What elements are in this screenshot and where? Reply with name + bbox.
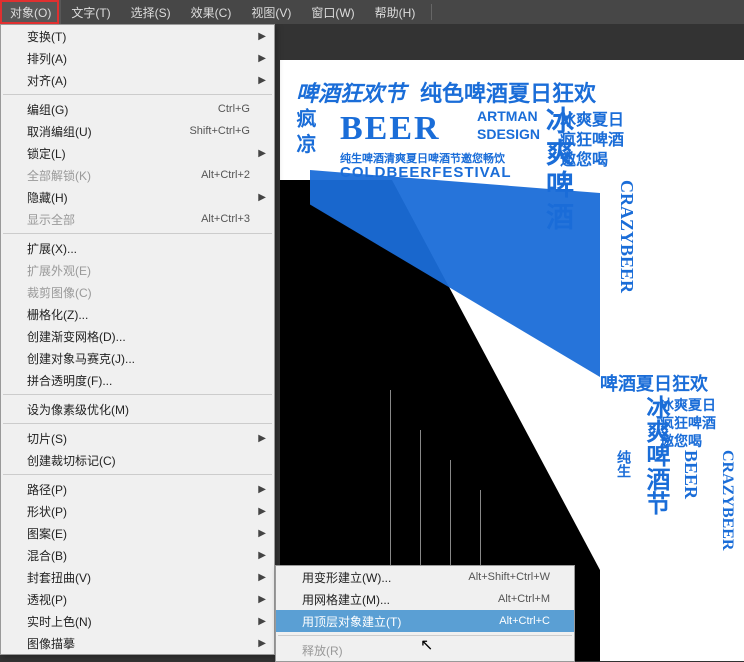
submenu-make-with-warp[interactable]: 用变形建立(W)...Alt+Shift+Ctrl+W (276, 566, 574, 588)
menu-expand[interactable]: 扩展(X)... (1, 237, 274, 259)
menu-lock[interactable]: 锁定(L)▶ (1, 142, 274, 164)
menu-separator (3, 423, 272, 424)
menu-expand-appearance: 扩展外观(E) (1, 259, 274, 281)
menu-blend[interactable]: 混合(B)▶ (1, 544, 274, 566)
art-text: 纯色啤酒夏日狂欢 (420, 76, 596, 108)
art-text: CRAZYBEER (718, 450, 736, 550)
menu-flatten-transparency[interactable]: 拼合透明度(F)... (1, 369, 274, 391)
menu-separator (3, 233, 272, 234)
menu-rasterize[interactable]: 栅格化(Z)... (1, 303, 274, 325)
chevron-right-icon: ▶ (258, 75, 266, 86)
menu-shape[interactable]: 形状(P)▶ (1, 500, 274, 522)
art-text: 疯 凉 (290, 108, 319, 154)
chevron-right-icon: ▶ (258, 484, 266, 495)
menu-separator (3, 474, 272, 475)
menu-separator (3, 94, 272, 95)
art-text: CRAZYBEER (616, 180, 637, 293)
menu-envelope-distort[interactable]: 封套扭曲(V)▶ (1, 566, 274, 588)
chevron-right-icon: ▶ (258, 53, 266, 64)
menu-hide[interactable]: 隐藏(H)▶ (1, 186, 274, 208)
chevron-right-icon: ▶ (258, 638, 266, 649)
menu-window[interactable]: 窗口(W) (301, 0, 364, 24)
menu-arrange[interactable]: 排列(A)▶ (1, 47, 274, 69)
menu-effect[interactable]: 效果(C) (181, 0, 242, 24)
menu-text[interactable]: 文字(T) (61, 0, 120, 24)
art-text: 纯生 (614, 450, 634, 478)
menu-unlock-all: 全部解锁(K)Alt+Ctrl+2 (1, 164, 274, 186)
art-text: BEER (680, 450, 701, 499)
menu-image-trace[interactable]: 图像描摹▶ (1, 632, 274, 654)
menu-pattern[interactable]: 图案(E)▶ (1, 522, 274, 544)
art-text: 冰爽啤酒节 (638, 395, 673, 515)
menu-trim-marks[interactable]: 创建裁切标记(C) (1, 449, 274, 471)
menubar: 对象(O) 文字(T) 选择(S) 效果(C) 视图(V) 窗口(W) 帮助(H… (0, 0, 744, 24)
chevron-right-icon: ▶ (258, 528, 266, 539)
art-text: 啤酒狂欢节 (296, 76, 406, 108)
chevron-right-icon: ▶ (258, 616, 266, 627)
art-text: ARTMAN (477, 108, 538, 124)
menu-object[interactable]: 对象(O) (0, 0, 61, 24)
submenu-make-with-mesh[interactable]: 用网格建立(M)...Alt+Ctrl+M (276, 588, 574, 610)
menu-path[interactable]: 路径(P)▶ (1, 478, 274, 500)
art-text: 啤酒夏日狂欢 (600, 370, 708, 396)
menu-transform[interactable]: 变换(T)▶ (1, 25, 274, 47)
chevron-right-icon: ▶ (258, 506, 266, 517)
menu-group[interactable]: 编组(G)Ctrl+G (1, 98, 274, 120)
menu-separator (3, 394, 272, 395)
chevron-right-icon: ▶ (258, 148, 266, 159)
menu-perspective[interactable]: 透视(P)▶ (1, 588, 274, 610)
menu-gradient-mesh[interactable]: 创建渐变网格(D)... (1, 325, 274, 347)
menu-ungroup[interactable]: 取消编组(U)Shift+Ctrl+G (1, 120, 274, 142)
object-dropdown-menu: 变换(T)▶ 排列(A)▶ 对齐(A)▶ 编组(G)Ctrl+G 取消编组(U)… (0, 24, 275, 655)
chevron-right-icon: ▶ (258, 433, 266, 444)
art-text: BEER (340, 110, 441, 148)
art-text: SDESIGN (477, 126, 540, 142)
menu-live-paint[interactable]: 实时上色(N)▶ (1, 610, 274, 632)
chevron-right-icon: ▶ (258, 550, 266, 561)
menu-select[interactable]: 选择(S) (121, 0, 181, 24)
cursor-icon: ↖ (420, 635, 433, 655)
menu-show-all: 显示全部Alt+Ctrl+3 (1, 208, 274, 230)
chevron-right-icon: ▶ (258, 594, 266, 605)
submenu-make-with-top-object[interactable]: 用顶层对象建立(T)Alt+Ctrl+C (276, 610, 574, 632)
chevron-right-icon: ▶ (258, 192, 266, 203)
menu-pixel-perfect[interactable]: 设为像素级优化(M) (1, 398, 274, 420)
menu-object-mosaic[interactable]: 创建对象马赛克(J)... (1, 347, 274, 369)
menubar-divider (431, 4, 432, 20)
chevron-right-icon: ▶ (258, 572, 266, 583)
menu-view[interactable]: 视图(V) (241, 0, 301, 24)
menu-slice[interactable]: 切片(S)▶ (1, 427, 274, 449)
menu-crop-image: 裁剪图像(C) (1, 281, 274, 303)
menu-align[interactable]: 对齐(A)▶ (1, 69, 274, 91)
chevron-right-icon: ▶ (258, 31, 266, 42)
menu-help[interactable]: 帮助(H) (365, 0, 426, 24)
